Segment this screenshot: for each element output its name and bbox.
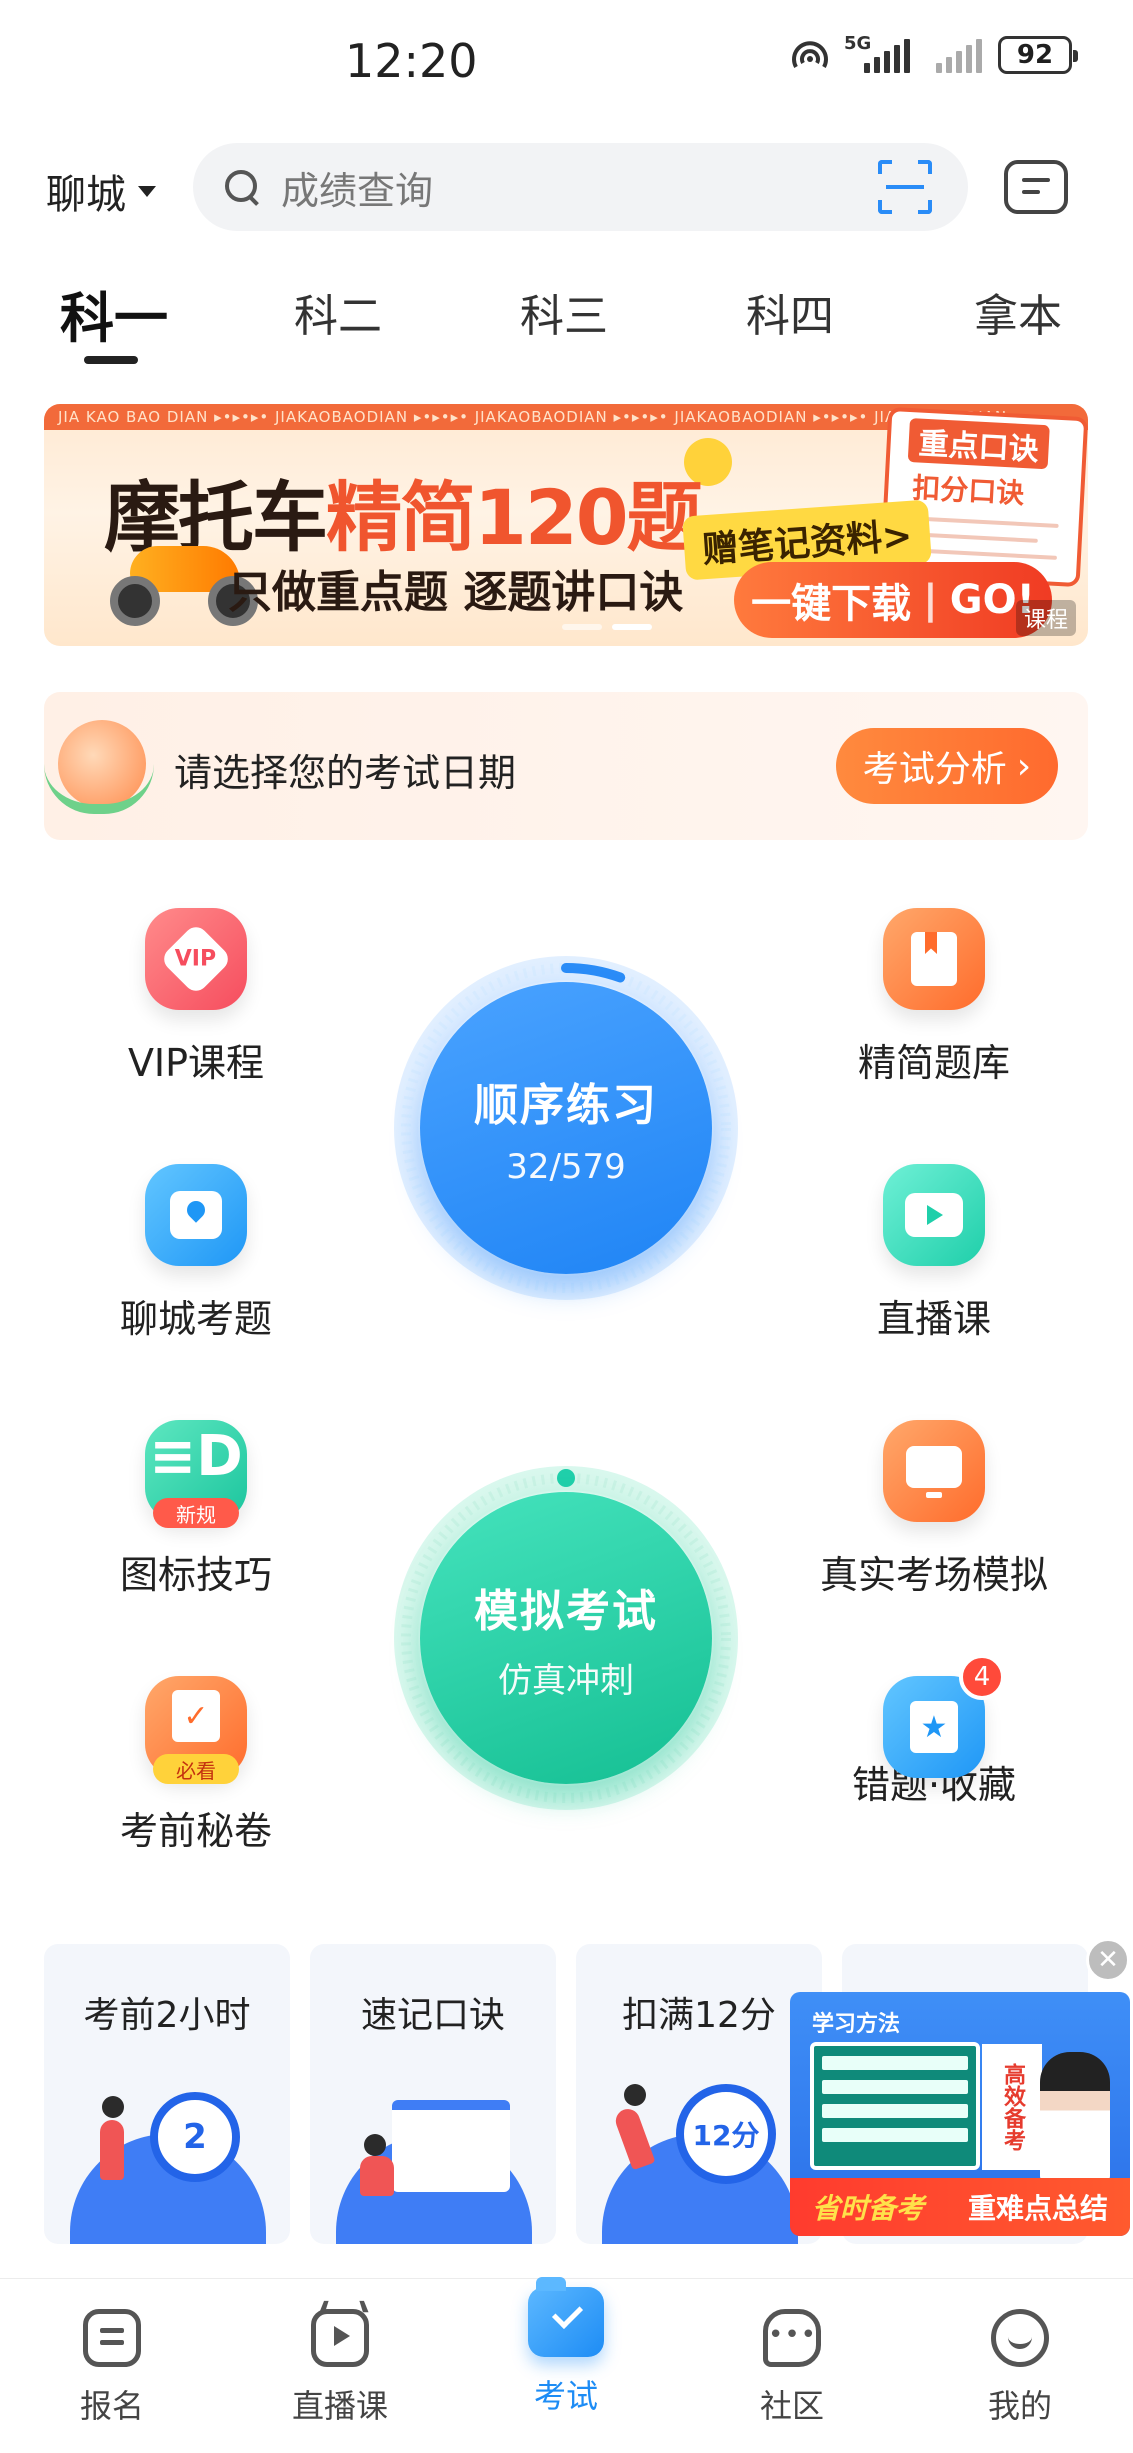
nav-item-live[interactable]: 直播课	[270, 2309, 410, 2427]
stopwatch-icon: 2	[150, 2092, 240, 2182]
city-label: 聊城	[46, 172, 126, 218]
penalty-disc-icon: 12分	[676, 2084, 776, 2184]
profile-icon	[991, 2309, 1049, 2367]
mock-exam-subtitle: 仿真冲刺	[498, 1660, 634, 1701]
bottom-navigation: 报名 直播课 考试 社区 我的	[0, 2277, 1133, 2453]
chat-icon	[763, 2309, 821, 2367]
local-questions[interactable]: 聊城考题	[76, 1164, 316, 1343]
document-icon	[83, 2309, 141, 2367]
subject-tabs: 科一 科二 科三 科四 拿本	[0, 280, 1133, 364]
download-button[interactable]: 一键下载 | GO!	[734, 562, 1052, 638]
city-selector[interactable]: 聊城	[46, 162, 156, 220]
video-ad-footer: 省时备考 重难点总结	[790, 2178, 1130, 2236]
calendar-icon	[44, 714, 154, 818]
video-ad[interactable]: 学习方法 高效备考 省时备考 重难点总结	[790, 1992, 1130, 2236]
sign-icon: ≡D 新规	[145, 1420, 247, 1528]
tab-license[interactable]: 拿本	[974, 280, 1062, 344]
nav-item-profile[interactable]: 我的	[950, 2309, 1090, 2427]
monitor-icon	[883, 1420, 985, 1522]
live-class[interactable]: 直播课	[814, 1164, 1054, 1343]
tv-icon	[311, 2309, 369, 2367]
ad-tag: 课程	[1015, 600, 1076, 636]
search-bar[interactable]: 成绩查询	[193, 143, 968, 231]
banner-pagination	[562, 624, 652, 630]
video-ad-side-text: 高效备考	[982, 2044, 1042, 2170]
clipboard-icon: ✓ 必看	[145, 1676, 247, 1784]
exam-folder-icon	[528, 2277, 604, 2357]
caret-down-icon	[138, 185, 156, 197]
quick-card-12-points[interactable]: 扣满12分 12分	[576, 1944, 822, 2244]
nav-item-signup[interactable]: 报名	[42, 2309, 182, 2427]
battery-icon: 92	[998, 36, 1078, 74]
nav-item-exam[interactable]: 考试	[496, 2277, 636, 2417]
search-placeholder: 成绩查询	[281, 168, 434, 213]
message-icon[interactable]	[1004, 160, 1068, 214]
exam-date-bar[interactable]: 请选择您的考试日期 考试分析 ›	[44, 692, 1088, 840]
sequential-practice-button[interactable]: 顺序练习 32/579	[420, 982, 712, 1274]
video-ad-header: 学习方法	[812, 2012, 901, 2037]
quick-card-mnemonics[interactable]: 速记口诀	[310, 1944, 556, 2244]
mock-exam-button[interactable]: 模拟考试 仿真冲刺	[420, 1492, 712, 1784]
must-see-tag: 必看	[153, 1754, 239, 1784]
scan-icon[interactable]	[878, 160, 932, 214]
tab-subject-2[interactable]: 科二	[294, 280, 382, 344]
promo-banner[interactable]: JIA KAO BAO DIAN ▸•▸•▸• JIAKAOBAODIAN ▸•…	[44, 404, 1088, 646]
lesson-board	[810, 2042, 980, 2170]
status-icons: 5G 92	[790, 33, 1078, 74]
real-exam-simulation[interactable]: 真实考场模拟	[814, 1420, 1054, 1599]
signal-weak-icon	[926, 37, 982, 73]
hotspot-icon	[792, 41, 828, 68]
active-tab-indicator	[84, 356, 138, 364]
banner-subtitle: 只做重点题 逐题讲口诀	[228, 556, 684, 620]
nav-item-community[interactable]: 社区	[722, 2309, 862, 2427]
exam-date-prompt: 请选择您的考试日期	[174, 751, 517, 795]
card-title: 重点口诀	[907, 418, 1050, 470]
practice-title: 顺序练习	[474, 1080, 658, 1131]
vip-icon: VIP	[145, 908, 247, 1010]
book-icon	[883, 908, 985, 1010]
question-bank[interactable]: 精简题库	[814, 908, 1054, 1087]
chevron-right-icon: ›	[1016, 745, 1032, 787]
sign-tips[interactable]: ≡D 新规 图标技巧	[76, 1420, 316, 1599]
mock-exam-title: 模拟考试	[474, 1585, 658, 1637]
map-pin-icon	[145, 1164, 247, 1266]
vip-course[interactable]: VIP VIP课程	[76, 908, 316, 1087]
bookmark-star-icon: ★ 4	[883, 1654, 1005, 1778]
exam-analysis-button[interactable]: 考试分析 ›	[836, 728, 1058, 804]
tab-subject-1[interactable]: 科一	[60, 274, 168, 353]
presenter-figure	[1040, 2052, 1110, 2182]
signal-5g-icon: 5G	[844, 33, 910, 73]
card-subtitle: 扣分口诀	[911, 471, 1026, 511]
status-time: 12:20	[345, 34, 478, 88]
document-illustration	[392, 2100, 510, 2192]
close-icon[interactable]: ✕	[1086, 1938, 1130, 1982]
mistakes-count-badge: 4	[959, 1654, 1005, 1700]
tab-subject-4[interactable]: 科四	[746, 280, 834, 344]
quick-card-2-hours[interactable]: 考前2小时 2	[44, 1944, 290, 2244]
video-camera-icon	[883, 1164, 985, 1266]
secret-paper[interactable]: ✓ 必看 考前秘卷	[76, 1676, 316, 1855]
new-rule-tag: 新规	[153, 1498, 239, 1528]
mistakes-favorites[interactable]: ★ 4 错题·收藏	[814, 1654, 1054, 1809]
practice-progress-text: 32/579	[506, 1147, 626, 1187]
search-icon	[225, 170, 259, 204]
tab-subject-3[interactable]: 科三	[520, 280, 608, 344]
